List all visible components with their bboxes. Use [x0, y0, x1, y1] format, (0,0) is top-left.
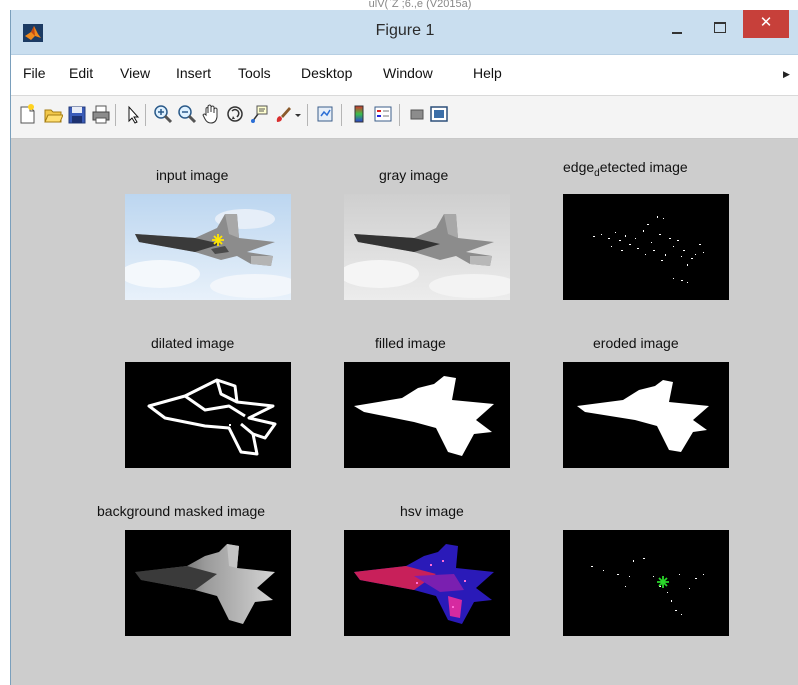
menu-desktop[interactable]: Desktop [301, 65, 352, 81]
menu-help[interactable]: Help [473, 65, 502, 81]
axes-hsv-image[interactable] [344, 530, 510, 636]
figure-canvas: input image gray image edgedetected imag… [11, 139, 798, 685]
toolbar-separator [307, 104, 308, 126]
menu-overflow-icon[interactable]: ▶ [783, 69, 790, 80]
data-cursor-icon[interactable] [249, 102, 269, 126]
menu-window[interactable]: Window [383, 65, 433, 81]
pan-icon[interactable] [201, 102, 221, 126]
axes-title-filled-image: filled image [375, 335, 446, 351]
menu-file[interactable]: File [23, 65, 46, 81]
toolbar-separator [341, 104, 342, 126]
axes-title-eroded-image: eroded image [593, 335, 679, 351]
toolbar-separator [399, 104, 400, 126]
edit-plot-icon[interactable] [123, 102, 143, 126]
axes-input-image[interactable] [125, 194, 291, 300]
axes-edge-detected-image[interactable] [563, 194, 729, 300]
axes-dilated-image[interactable] [125, 362, 291, 468]
toolbar-separator [145, 104, 146, 126]
close-button[interactable]: ✕ [743, 10, 789, 38]
axes-title-edge-detected-image: edgedetected image [563, 159, 688, 179]
background-window-title: ulV(`Z ;6.,e (V2015a) [368, 0, 472, 10]
maximize-icon [714, 22, 726, 33]
print-icon[interactable] [91, 102, 111, 126]
figure-toolbar [11, 96, 798, 139]
show-plot-tools-icon[interactable] [429, 102, 449, 126]
menu-edit[interactable]: Edit [69, 65, 93, 81]
toolbar-separator [115, 104, 116, 126]
axes-filled-image[interactable] [344, 362, 510, 468]
minimize-icon [672, 32, 682, 34]
menu-bar: File Edit View Insert Tools Desktop Wind… [11, 55, 798, 96]
hide-plot-tools-icon[interactable] [407, 102, 427, 126]
axes-gray-image[interactable] [344, 194, 510, 300]
menu-tools[interactable]: Tools [238, 65, 271, 81]
link-plot-icon[interactable] [315, 102, 335, 126]
save-icon[interactable] [67, 102, 87, 126]
maximize-button[interactable] [709, 18, 731, 38]
axes-title-hsv-image: hsv image [400, 503, 464, 519]
rotate-3d-icon[interactable] [225, 102, 245, 126]
menu-view[interactable]: View [120, 65, 150, 81]
brush-dropdown-icon[interactable] [293, 102, 303, 126]
legend-icon[interactable] [373, 102, 393, 126]
axes-title-gray-image: gray image [379, 167, 449, 183]
axes-title-dilated-image: dilated image [151, 335, 235, 351]
open-file-icon[interactable] [43, 102, 64, 126]
figure-window: Figure 1 ✕ File Edit View Insert Tools D… [10, 10, 798, 685]
brush-icon[interactable] [273, 102, 293, 126]
menu-insert[interactable]: Insert [176, 65, 211, 81]
axes-title-input-image: input image [156, 167, 229, 183]
title-bar[interactable]: Figure 1 ✕ [11, 10, 798, 55]
zoom-in-icon[interactable] [153, 102, 173, 126]
axes-eroded-image[interactable] [563, 362, 729, 468]
minimize-button[interactable] [666, 20, 688, 40]
new-figure-icon[interactable] [17, 102, 37, 126]
axes-background-masked-image[interactable] [125, 530, 291, 636]
axes-centroid-image[interactable] [563, 530, 729, 636]
axes-title-background-masked-image: background masked image [97, 503, 266, 519]
colorbar-icon[interactable] [349, 102, 369, 126]
zoom-out-icon[interactable] [177, 102, 197, 126]
